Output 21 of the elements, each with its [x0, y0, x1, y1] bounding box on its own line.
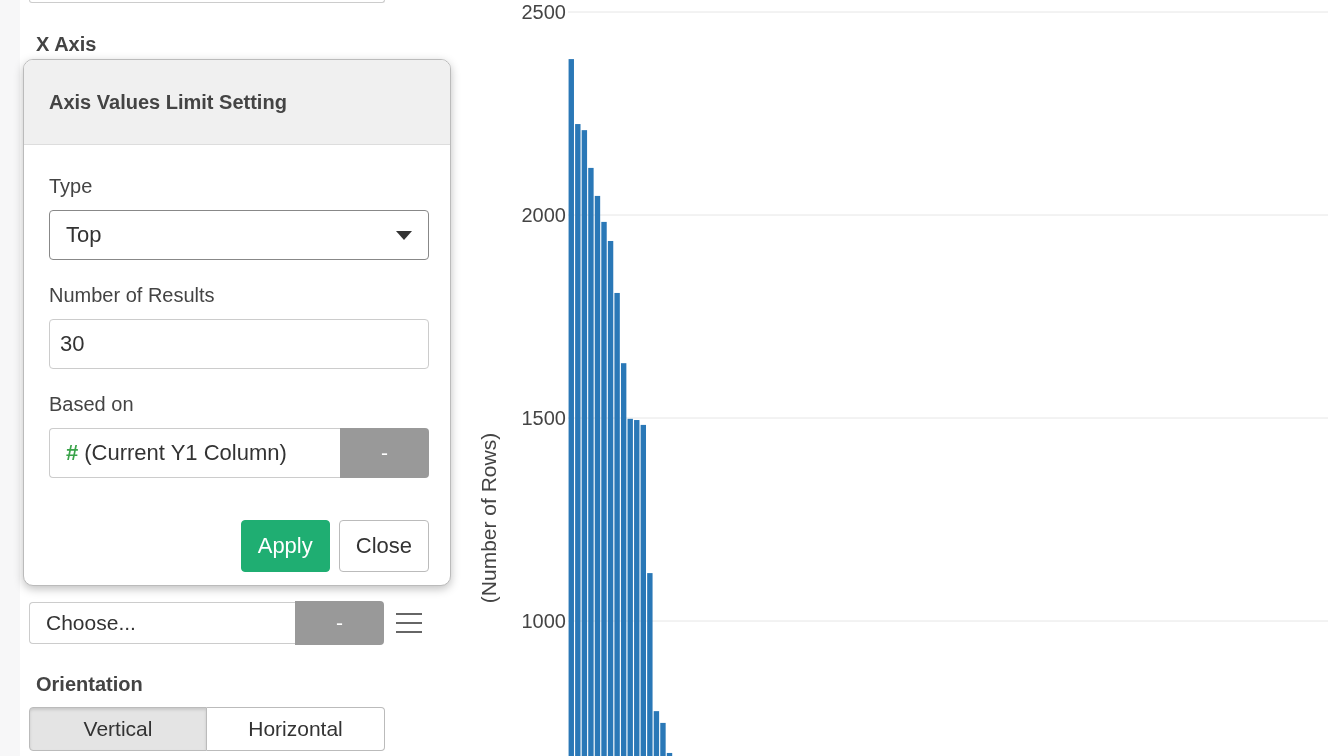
- y-axis-title: (Number of Rows): [477, 432, 500, 604]
- field-label: Type: [49, 175, 94, 198]
- y-tick-label: 1000: [521, 610, 566, 632]
- number-input[interactable]: 30: [49, 319, 429, 369]
- field-label: Based on: [49, 393, 135, 416]
- axis-select[interactable]: Choose...: [29, 602, 295, 644]
- type-select[interactable]: Top: [49, 210, 429, 260]
- section-label: Orientation: [36, 673, 144, 696]
- field-label: Number of Results: [49, 284, 216, 307]
- caret-icon: [396, 230, 412, 240]
- popover-title: Axis Values Limit Setting: [49, 90, 287, 114]
- y-tick-label: 1500: [521, 407, 566, 429]
- select-field[interactable]: [29, 0, 385, 3]
- close-button[interactable]: Close: [338, 520, 429, 572]
- section-label: X Axis: [36, 33, 98, 56]
- orientation-toggle[interactable]: Horizontal: [207, 707, 385, 751]
- column-select[interactable]: # (Current Y1 Column): [49, 428, 340, 478]
- y-tick-label: 2500: [521, 1, 566, 23]
- y-tick-label: 2000: [521, 204, 566, 226]
- orientation-toggle[interactable]: Vertical: [29, 707, 207, 751]
- menu-icon[interactable]: [396, 613, 422, 633]
